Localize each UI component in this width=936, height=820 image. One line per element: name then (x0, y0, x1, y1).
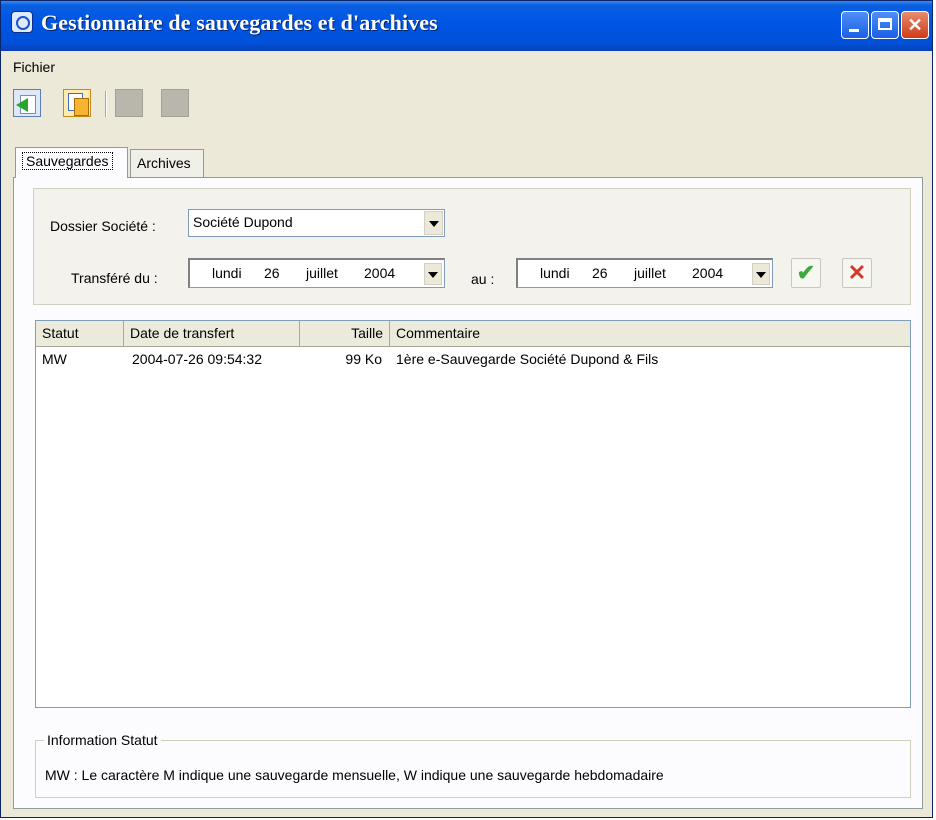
window-title: Gestionnaire de sauvegardes et d'archive… (41, 10, 438, 35)
tab-archives[interactable]: Archives (130, 149, 204, 177)
minimize-icon (849, 29, 859, 32)
date-to-day: 26 (592, 265, 608, 281)
date-to-year: 2004 (692, 265, 724, 281)
date-from-day: 26 (264, 265, 280, 281)
list-header: Statut Date de transfert Taille Commenta… (36, 321, 910, 347)
status-info-text: MW : Le caractère M indique une sauvegar… (45, 767, 664, 783)
status-info-group: Information Statut MW : Le caractère M i… (35, 732, 911, 798)
company-select[interactable]: Société Dupond (188, 209, 445, 237)
date-to-dayname: lundi (540, 265, 570, 281)
disabled-tool-icon[interactable] (161, 89, 189, 117)
menu-fichier[interactable]: Fichier (13, 59, 55, 75)
tab-sauvegardes-label: Sauvegardes (22, 152, 113, 170)
company-select-value: Société Dupond (193, 214, 293, 230)
cell-taille: 99 Ko (345, 351, 382, 367)
disabled-tool-icon[interactable] (115, 89, 143, 117)
copy-icon[interactable] (63, 89, 91, 117)
tab-panel-sauvegardes: Dossier Société : Société Dupond Transfé… (13, 177, 923, 809)
date-from-month: juillet (306, 265, 338, 281)
title-bar[interactable]: Gestionnaire de sauvegardes et d'archive… (1, 1, 932, 51)
chevron-down-icon[interactable] (424, 211, 443, 235)
main-window: Gestionnaire de sauvegardes et d'archive… (0, 0, 933, 818)
date-to-month: juillet (634, 265, 666, 281)
column-taille[interactable]: Taille (300, 321, 390, 346)
app-icon (11, 11, 33, 33)
cell-statut: MW (42, 351, 67, 367)
import-icon[interactable] (13, 89, 41, 117)
chevron-down-icon[interactable] (424, 263, 442, 285)
menu-bar: Fichier (1, 51, 932, 81)
company-label: Dossier Société : (50, 218, 156, 234)
column-date[interactable]: Date de transfert (124, 321, 300, 346)
cell-commentaire: 1ère e-Sauvegarde Société Dupond & Fils (396, 351, 659, 367)
toolbar (1, 85, 932, 121)
filter-group: Dossier Société : Société Dupond Transfé… (33, 188, 911, 305)
cell-date: 2004-07-26 09:54:32 (132, 351, 262, 367)
cancel-x-icon[interactable]: ✕ (842, 258, 872, 288)
column-commentaire[interactable]: Commentaire (390, 321, 912, 346)
close-button[interactable]: ✕ (901, 11, 929, 39)
date-to-picker[interactable]: lundi 26 juillet 2004 (516, 258, 773, 288)
maximize-button[interactable] (871, 11, 899, 39)
date-from-year: 2004 (364, 265, 396, 281)
minimize-button[interactable] (841, 11, 869, 39)
date-from-picker[interactable]: lundi 26 juillet 2004 (188, 258, 445, 288)
close-icon: ✕ (907, 15, 923, 35)
column-statut[interactable]: Statut (36, 321, 124, 346)
date-from-dayname: lundi (212, 265, 242, 281)
backups-list[interactable]: Statut Date de transfert Taille Commenta… (35, 320, 911, 708)
table-row[interactable]: MW 2004-07-26 09:54:32 99 Ko 1ère e-Sauv… (36, 348, 910, 370)
chevron-down-icon[interactable] (752, 263, 770, 285)
transfer-from-label: Transféré du : (71, 270, 158, 286)
tab-sauvegardes[interactable]: Sauvegardes (15, 147, 128, 178)
transfer-to-label: au : (471, 271, 495, 287)
maximize-icon (878, 18, 892, 30)
apply-check-icon[interactable]: ✔ (791, 258, 821, 288)
toolbar-separator (105, 91, 107, 117)
status-info-legend: Information Statut (44, 732, 161, 748)
